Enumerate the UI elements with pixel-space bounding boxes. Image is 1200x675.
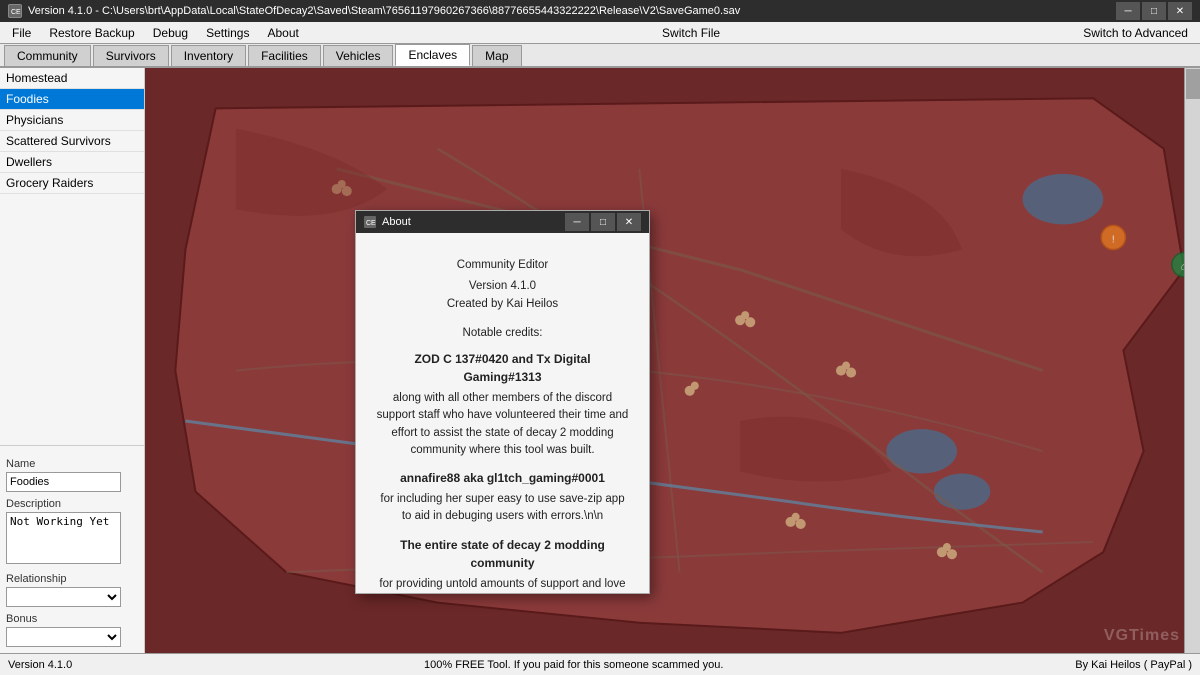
- svg-text:!: !: [1112, 234, 1115, 245]
- tab-bar: Community Survivors Inventory Facilities…: [0, 44, 1200, 68]
- about-body: Community Editor Version 4.1.0 Created b…: [356, 233, 649, 593]
- about-credit2-name: annafire88 aka gl1tch_gaming#0001: [376, 469, 629, 487]
- minimize-button[interactable]: ─: [1116, 2, 1140, 20]
- status-right: By Kai Heilos ( PayPal ): [1075, 659, 1192, 671]
- scrollbar-thumb[interactable]: [1186, 69, 1200, 99]
- about-title-controls: ─ □ ✕: [565, 213, 641, 231]
- tab-enclaves[interactable]: Enclaves: [395, 44, 470, 66]
- status-center: 100% FREE Tool. If you paid for this som…: [424, 659, 723, 671]
- relationship-select[interactable]: [6, 587, 121, 607]
- menu-restore-backup[interactable]: Restore Backup: [41, 24, 142, 42]
- about-credit1-name: ZOD C 137#0420 and Tx Digital Gaming#131…: [376, 350, 629, 386]
- enclave-dwellers[interactable]: Dwellers: [0, 152, 144, 173]
- menu-items: File Restore Backup Debug Settings About: [4, 24, 307, 42]
- enclave-foodies[interactable]: Foodies: [0, 89, 144, 110]
- svg-text:CE: CE: [366, 220, 376, 227]
- tab-vehicles[interactable]: Vehicles: [323, 45, 394, 66]
- map-terrain: ! ⌂: [145, 68, 1184, 653]
- svg-text:CE: CE: [11, 9, 21, 16]
- about-title-bar: CE About ─ □ ✕: [356, 211, 649, 233]
- tab-facilities[interactable]: Facilities: [248, 45, 321, 66]
- enclave-grocery[interactable]: Grocery Raiders: [0, 173, 144, 194]
- title-bar-left: CE Version 4.1.0 - C:\Users\brt\AppData\…: [8, 4, 740, 18]
- app-icon: CE: [8, 4, 22, 18]
- switch-advanced-button[interactable]: Switch to Advanced: [1075, 24, 1196, 42]
- tab-inventory[interactable]: Inventory: [171, 45, 246, 66]
- enclave-details: Name Description Not Working Yet Relatio…: [0, 445, 144, 653]
- about-credit3-desc: for providing untold amounts of support …: [376, 576, 629, 594]
- title-bar-controls: ─ □ ✕: [1116, 2, 1192, 20]
- left-panel: Homestead Foodies Physicians Scattered S…: [0, 68, 145, 653]
- map-area: ! ⌂ VGTimes: [145, 68, 1200, 653]
- about-version: Version 4.1.0: [376, 278, 629, 295]
- tab-map[interactable]: Map: [472, 45, 521, 66]
- enclave-homestead[interactable]: Homestead: [0, 68, 144, 89]
- switch-file-label: Switch File: [662, 26, 720, 40]
- bonus-label: Bonus: [6, 613, 138, 625]
- name-label: Name: [6, 458, 138, 470]
- about-close-button[interactable]: ✕: [617, 213, 641, 231]
- about-credit1-desc: along with all other members of the disc…: [376, 390, 629, 459]
- close-button[interactable]: ✕: [1168, 2, 1192, 20]
- about-app-name: Community Editor: [376, 257, 629, 274]
- about-credits-label: Notable credits:: [376, 325, 629, 342]
- menu-settings[interactable]: Settings: [198, 24, 257, 42]
- map-scrollbar[interactable]: [1184, 68, 1200, 653]
- tab-community[interactable]: Community: [4, 45, 91, 66]
- tab-survivors[interactable]: Survivors: [93, 45, 169, 66]
- menu-debug[interactable]: Debug: [145, 24, 196, 42]
- about-maximize-button[interactable]: □: [591, 213, 615, 231]
- about-creator: Created by Kai Heilos: [376, 296, 629, 313]
- menu-about[interactable]: About: [259, 24, 306, 42]
- description-textarea[interactable]: Not Working Yet: [6, 512, 121, 564]
- title-bar: CE Version 4.1.0 - C:\Users\brt\AppData\…: [0, 0, 1200, 22]
- menu-file[interactable]: File: [4, 24, 39, 42]
- menu-bar: File Restore Backup Debug Settings About…: [0, 22, 1200, 44]
- description-label: Description: [6, 498, 138, 510]
- status-version: Version 4.1.0: [8, 659, 72, 671]
- status-bar: Version 4.1.0 100% FREE Tool. If you pai…: [0, 653, 1200, 675]
- maximize-button[interactable]: □: [1142, 2, 1166, 20]
- name-input[interactable]: [6, 472, 121, 492]
- enclave-list: Homestead Foodies Physicians Scattered S…: [0, 68, 144, 445]
- about-dialog-title: About: [382, 216, 411, 228]
- enclave-scattered[interactable]: Scattered Survivors: [0, 131, 144, 152]
- map-canvas: ! ⌂: [145, 68, 1184, 653]
- bonus-select[interactable]: [6, 627, 121, 647]
- watermark: VGTimes: [1104, 627, 1180, 645]
- about-dialog: CE About ─ □ ✕ Community Editor Version …: [355, 210, 650, 594]
- about-credit3-name: The entire state of decay 2 modding comm…: [376, 536, 629, 572]
- about-minimize-button[interactable]: ─: [565, 213, 589, 231]
- about-credit2-desc: for including her super easy to use save…: [376, 491, 629, 526]
- title-bar-text: Version 4.1.0 - C:\Users\brt\AppData\Loc…: [28, 5, 740, 17]
- relationship-label: Relationship: [6, 573, 138, 585]
- enclave-physicians[interactable]: Physicians: [0, 110, 144, 131]
